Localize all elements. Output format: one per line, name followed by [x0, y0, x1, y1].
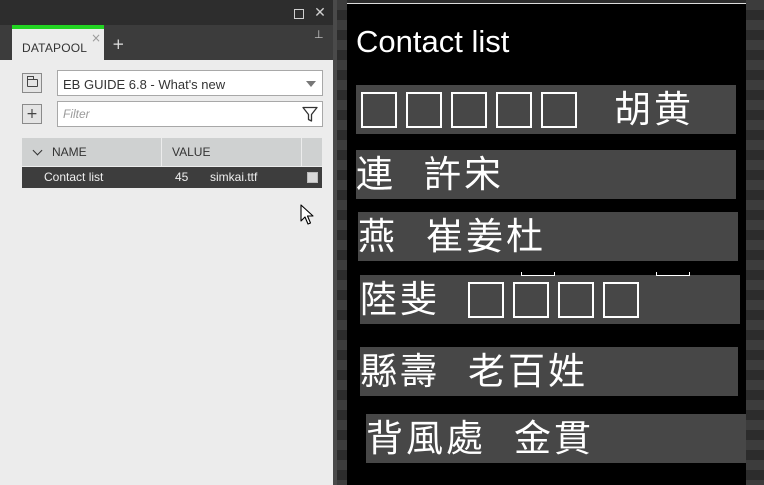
contact-entry[interactable]: 縣壽 老百姓 — [360, 347, 738, 396]
contact-entry[interactable]: 燕崔姜杜 — [358, 212, 738, 261]
row-value-font[interactable]: simkai.ttf — [210, 167, 257, 188]
column-header-name-label: NAME — [52, 145, 87, 159]
missing-glyph-box — [496, 91, 532, 128]
add-datapool-item-button[interactable]: + — [22, 104, 42, 124]
missing-glyph-box — [541, 91, 577, 128]
table-row[interactable]: Contact list 45 simkai.ttf — [22, 167, 322, 188]
contact-entry[interactable]: 胡黄 — [356, 85, 736, 134]
contact-entry-text: 老百姓 — [468, 350, 588, 393]
project-select[interactable]: EB GUIDE 6.8 - What's new — [57, 70, 323, 96]
missing-glyph-box — [361, 91, 397, 128]
maximize-icon[interactable] — [294, 9, 304, 19]
close-icon[interactable]: ✕ — [314, 6, 326, 20]
sort-chevron-icon[interactable] — [32, 145, 43, 156]
contact-entry[interactable]: 連許宋 — [356, 150, 736, 199]
tab-bar: DATAPOOL × + ⊥ — [0, 25, 333, 60]
missing-glyph-fragment — [656, 272, 690, 276]
add-tab-icon[interactable]: + — [112, 35, 125, 53]
missing-glyph-box — [558, 281, 594, 318]
datapool-table-header: NAME VALUE — [22, 138, 322, 166]
filter-box — [57, 101, 323, 127]
row-name: Contact list — [44, 170, 104, 184]
folder-icon — [26, 76, 38, 87]
contact-entry[interactable]: 背風處 金貫 — [366, 414, 746, 463]
column-header-value-label: VALUE — [172, 145, 211, 159]
filter-funnel-icon[interactable] — [302, 106, 318, 123]
pin-icon[interactable]: ⊥ — [314, 28, 324, 41]
scene-title: Contact list — [356, 24, 510, 59]
contact-entry-text: 許宋 — [424, 153, 504, 196]
row-edit-checkbox[interactable] — [307, 172, 318, 183]
column-header-value[interactable]: VALUE — [162, 138, 302, 166]
column-header-name[interactable]: NAME — [22, 138, 162, 166]
contact-entry-text: 陸斐 — [360, 278, 440, 321]
panel-titlebar: ✕ — [0, 0, 333, 25]
contact-entry-text: 胡黄 — [614, 88, 694, 131]
missing-glyph-box — [468, 281, 504, 318]
missing-glyph-box — [513, 281, 549, 318]
filter-input[interactable] — [63, 105, 293, 123]
project-select-value: EB GUIDE 6.8 - What's new — [63, 77, 226, 92]
missing-glyph-fragment — [521, 272, 555, 276]
row-value-number[interactable]: 45 — [175, 167, 188, 188]
contact-entry-text: 連 — [356, 153, 396, 196]
tab-datapool-label: DATAPOOL — [22, 41, 88, 55]
contact-entry-text: 縣壽 — [360, 350, 440, 393]
tab-datapool[interactable]: DATAPOOL × — [12, 25, 104, 60]
mouse-cursor-icon — [300, 204, 314, 225]
datapool-panel: ✕ DATAPOOL × + ⊥ EB GUIDE 6.8 - What's n… — [0, 0, 333, 485]
missing-glyph-box — [451, 91, 487, 128]
scene-preview: Contact list 胡黄 連許宋 燕崔姜杜 陸斐 縣壽 老百姓 背風處 金貫 — [347, 3, 746, 485]
contact-entry[interactable]: 陸斐 — [360, 275, 740, 324]
contact-entry-text: 燕 — [358, 215, 398, 258]
missing-glyph-box — [406, 91, 442, 128]
add-icon: + — [26, 106, 38, 122]
contact-entry-text: 金貫 — [514, 417, 594, 460]
contact-entry-text: 背風處 — [366, 417, 486, 460]
missing-glyph-group — [361, 85, 586, 134]
canvas-background-left — [337, 0, 347, 485]
canvas-background-right — [746, 0, 764, 485]
open-folder-button[interactable] — [22, 73, 42, 93]
tab-close-icon[interactable]: × — [91, 31, 101, 45]
missing-glyph-box — [603, 281, 639, 318]
contact-entry-text: 崔姜杜 — [426, 215, 546, 258]
chevron-down-icon — [306, 81, 316, 87]
